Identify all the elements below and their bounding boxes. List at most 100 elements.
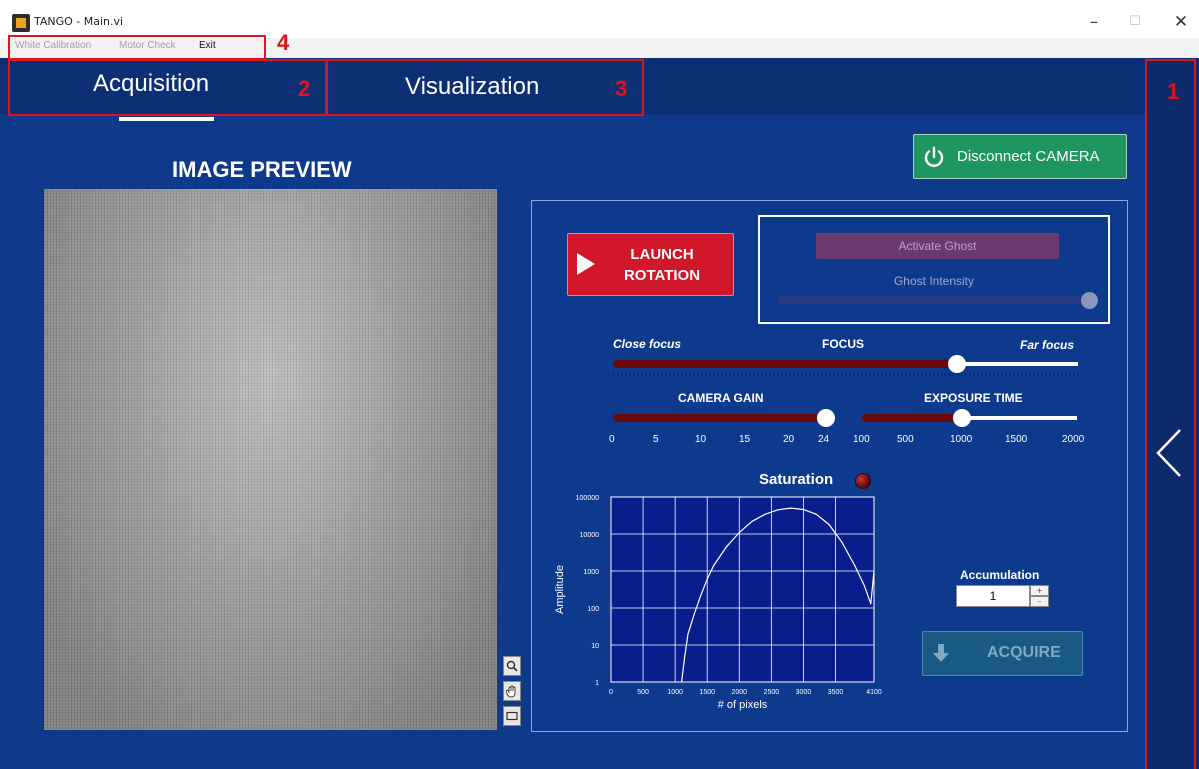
annotation-box-3 bbox=[326, 59, 644, 116]
gain-tick: 10 bbox=[695, 434, 707, 445]
ghost-intensity-label: Ghost Intensity bbox=[893, 274, 975, 288]
gain-tick: 15 bbox=[739, 434, 751, 445]
disconnect-camera-label: Disconnect CAMERA bbox=[957, 148, 1100, 165]
exposure-time-slider-rest[interactable] bbox=[962, 416, 1077, 420]
camera-gain-slider[interactable] bbox=[613, 414, 828, 422]
close-button[interactable]: ✕ bbox=[1166, 12, 1196, 32]
chart-y-tick-label: 100000 bbox=[576, 495, 599, 502]
exposure-tick: 500 bbox=[897, 434, 914, 445]
spectrum-chart: 0 500 1000 1500 2000 2500 3000 3500 4100 1 10 100 10… bbox=[554, 495, 882, 711]
chart-y-tick-label: 10 bbox=[591, 643, 599, 650]
chart-x-tick-label: 2500 bbox=[764, 689, 780, 696]
annotation-box-1 bbox=[1145, 59, 1196, 769]
annotation-number-4: 4 bbox=[277, 30, 290, 55]
chart-data-point bbox=[680, 681, 683, 683]
window-title-bar bbox=[0, 0, 1199, 38]
chart-data-point bbox=[828, 523, 830, 526]
zoom-icon[interactable] bbox=[503, 656, 521, 676]
launch-rotation-label: LAUNCH ROTATION bbox=[623, 246, 701, 284]
saturation-led-indicator bbox=[855, 473, 871, 489]
chart-data-point bbox=[687, 633, 689, 635]
chart-x-tick-label: 500 bbox=[637, 689, 649, 696]
active-tab-indicator bbox=[119, 117, 214, 121]
chart-data-point bbox=[873, 570, 875, 572]
focus-slider-rest[interactable] bbox=[957, 362, 1078, 366]
chart-x-tick-label: 1500 bbox=[699, 689, 715, 696]
chart-data-point bbox=[764, 513, 766, 515]
annotation-box-4 bbox=[8, 35, 266, 60]
ghost-intensity-thumb[interactable] bbox=[1081, 292, 1098, 309]
select-rect-icon[interactable] bbox=[503, 706, 521, 726]
exposure-time-thumb[interactable] bbox=[953, 409, 971, 427]
chart-data-point bbox=[815, 513, 817, 515]
chart-x-tick-label: 1000 bbox=[667, 689, 683, 696]
acquire-label: ACQUIRE bbox=[987, 644, 1061, 661]
exposure-time-slider[interactable] bbox=[862, 414, 964, 422]
annotation-number-3: 3 bbox=[615, 76, 628, 101]
chart-y-axis-label: Amplitude bbox=[554, 565, 566, 614]
gain-tick: 20 bbox=[783, 434, 795, 445]
chart-data-point bbox=[777, 509, 779, 511]
chart-x-tick-label: 2000 bbox=[732, 689, 748, 696]
exposure-tick: 100 bbox=[853, 434, 870, 445]
accumulation-increment[interactable]: + bbox=[1030, 585, 1049, 596]
power-icon bbox=[923, 146, 945, 172]
exposure-time-title: EXPOSURE TIME bbox=[924, 391, 1023, 405]
annotation-box-2 bbox=[8, 59, 327, 116]
chart-x-tick-label: 3500 bbox=[828, 689, 844, 696]
chart-x-tick-label: 0 bbox=[609, 689, 613, 696]
ghost-intensity-slider[interactable] bbox=[778, 296, 1090, 304]
camera-gain-thumb[interactable] bbox=[817, 409, 835, 427]
camera-gain-title: CAMERA GAIN bbox=[678, 391, 764, 405]
chart-data-point bbox=[841, 541, 843, 543]
chart-data-point bbox=[700, 594, 702, 596]
gain-tick: 24 bbox=[818, 434, 830, 445]
activate-ghost-label: Activate Ghost bbox=[898, 239, 977, 253]
focus-slider-thumb[interactable] bbox=[948, 355, 966, 373]
chart-y-tick-label: 10000 bbox=[580, 532, 600, 539]
chart-plot-area bbox=[610, 496, 875, 683]
chart-data-point bbox=[693, 613, 695, 615]
chart-data-point bbox=[863, 585, 865, 587]
download-arrow-icon bbox=[931, 642, 951, 668]
chart-data-point bbox=[713, 564, 715, 567]
window-title: TANGO - Main.vi bbox=[34, 15, 124, 28]
chart-data-point bbox=[725, 546, 728, 548]
pan-hand-icon[interactable] bbox=[503, 681, 521, 701]
play-icon bbox=[577, 253, 595, 275]
minimize-button[interactable]: – bbox=[1079, 12, 1109, 32]
annotation-number-2: 2 bbox=[298, 76, 311, 101]
chart-data-point bbox=[802, 508, 805, 511]
exposure-tick: 1000 bbox=[950, 434, 973, 445]
chart-x-tick-label: 4100 bbox=[866, 689, 882, 696]
chart-data-point bbox=[684, 655, 686, 657]
chart-y-tick-label: 100 bbox=[587, 606, 599, 613]
chart-data-point bbox=[738, 531, 740, 534]
focus-title: FOCUS bbox=[822, 337, 864, 351]
chart-data-point bbox=[790, 507, 792, 509]
app-icon bbox=[12, 14, 30, 32]
focus-tick-marks bbox=[613, 373, 1078, 377]
focus-min-label: Close focus bbox=[613, 337, 682, 351]
chart-y-tick-label: 1000 bbox=[583, 569, 599, 576]
ghost-group bbox=[758, 215, 1110, 324]
gain-tick: 0 bbox=[609, 434, 615, 445]
exposure-tick: 1500 bbox=[1005, 434, 1028, 445]
chart-y-tick-label: 1 bbox=[595, 680, 599, 687]
chart-x-axis-label: # of pixels bbox=[718, 699, 768, 711]
focus-max-label: Far focus bbox=[1020, 338, 1075, 352]
maximize-button[interactable]: ☐ bbox=[1120, 12, 1150, 32]
chart-data-point bbox=[870, 603, 872, 605]
annotation-number-1: 1 bbox=[1167, 79, 1180, 104]
chart-data-point bbox=[854, 564, 856, 567]
camera-preview-image[interactable] bbox=[44, 189, 497, 730]
chart-x-tick-label: 3000 bbox=[796, 689, 812, 696]
image-preview-title: IMAGE PREVIEW bbox=[172, 157, 352, 182]
chart-data-point bbox=[706, 578, 708, 580]
accumulation-decrement[interactable]: – bbox=[1030, 596, 1049, 607]
chart-data-point bbox=[751, 520, 753, 522]
accumulation-input[interactable]: 1 bbox=[956, 585, 1030, 607]
accumulation-label: Accumulation bbox=[960, 568, 1040, 582]
focus-slider[interactable] bbox=[613, 360, 958, 368]
gain-tick: 5 bbox=[653, 434, 659, 445]
